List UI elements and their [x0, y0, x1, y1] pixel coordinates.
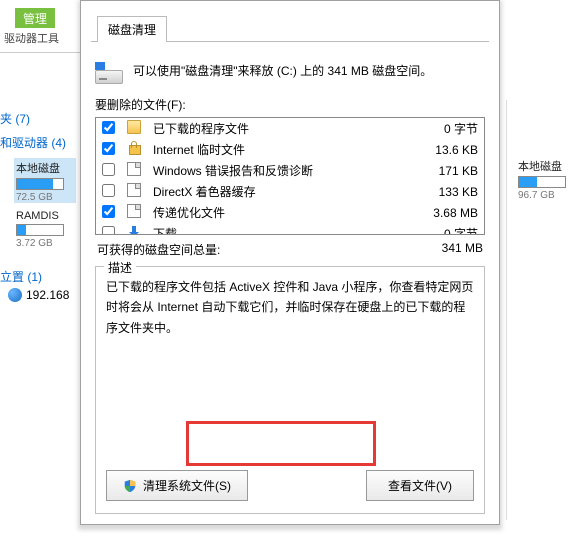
dialog-titlebar: 磁盘清理 — [81, 1, 499, 48]
description-legend: 描述 — [104, 259, 136, 276]
file-size: 171 KB — [402, 160, 484, 181]
drive-label: RAMDIS — [16, 210, 76, 222]
ribbon-subtitle: 驱动器工具 — [0, 30, 80, 46]
page-icon — [127, 183, 141, 197]
total-value: 341 MB — [442, 241, 483, 258]
disk-cleanup-dialog: 磁盘清理 可以使用"磁盘清理"来释放 (C:) 上的 341 MB 磁盘空间。 … — [80, 0, 500, 525]
file-size: 13.6 KB — [402, 139, 484, 160]
shield-icon — [123, 479, 137, 493]
drive-label: 本地磁盘 — [518, 158, 572, 174]
drive-label: 本地磁盘 — [16, 160, 74, 176]
lock-icon — [127, 141, 141, 155]
description-fieldset: 描述 已下载的程序文件包括 ActiveX 控件和 Java 小程序，你查看特定… — [95, 266, 485, 514]
drive-size: 96.7 GB — [518, 190, 572, 201]
file-size: 0 字节 — [402, 118, 484, 139]
description-text: 已下载的程序文件包括 ActiveX 控件和 Java 小程序，你查看特定网页时… — [106, 275, 474, 340]
ribbon-separator — [0, 52, 80, 53]
file-checkbox[interactable] — [102, 184, 115, 197]
drive-size: 72.5 GB — [16, 192, 74, 203]
file-list-row[interactable]: 已下载的程序文件0 字节 — [96, 118, 484, 139]
file-name: Windows 错误报告和反馈诊断 — [147, 160, 402, 181]
file-name: DirectX 着色器缓存 — [147, 181, 402, 202]
total-row: 可获得的磁盘空间总量: 341 MB — [95, 235, 485, 262]
drive-item-local[interactable]: 本地磁盘 72.5 GB — [14, 158, 76, 203]
total-label: 可获得的磁盘空间总量: — [97, 241, 220, 258]
file-size: 0 字节 — [402, 223, 484, 235]
info-text: 可以使用"磁盘清理"来释放 (C:) 上的 341 MB 磁盘空间。 — [133, 62, 432, 79]
view-button-label: 查看文件(V) — [388, 477, 452, 494]
files-list[interactable]: 已下载的程序文件0 字节Internet 临时文件13.6 KBWindows … — [95, 117, 485, 235]
file-list-row[interactable]: 传递优化文件3.68 MB — [96, 202, 484, 223]
page-icon — [127, 162, 141, 176]
clean-button-label: 清理系统文件(S) — [143, 477, 231, 494]
button-row: 清理系统文件(S) 查看文件(V) — [106, 458, 474, 501]
file-size: 3.68 MB — [402, 202, 484, 223]
file-list-row[interactable]: 下载0 字节 — [96, 223, 484, 235]
file-list-row[interactable]: Windows 错误报告和反馈诊断171 KB — [96, 160, 484, 181]
view-files-button[interactable]: 查看文件(V) — [366, 470, 474, 501]
network-label: 192.168 — [26, 288, 69, 302]
info-row: 可以使用"磁盘清理"来释放 (C:) 上的 341 MB 磁盘空间。 — [95, 56, 485, 94]
file-list-row[interactable]: DirectX 着色器缓存133 KB — [96, 181, 484, 202]
file-list-row[interactable]: Internet 临时文件13.6 KB — [96, 139, 484, 160]
file-size: 133 KB — [402, 181, 484, 202]
drive-icon — [95, 62, 123, 84]
file-name: 下载 — [147, 223, 402, 235]
file-checkbox[interactable] — [102, 142, 115, 155]
file-checkbox[interactable] — [102, 205, 115, 218]
globe-icon — [8, 288, 22, 302]
ribbon-tab-manage[interactable]: 管理 — [15, 8, 55, 28]
panel-divider — [506, 100, 507, 520]
drive-usage-bar — [16, 178, 64, 190]
group-header-drives[interactable]: 和驱动器 (4) — [0, 134, 66, 151]
clean-system-files-button[interactable]: 清理系统文件(S) — [106, 470, 248, 501]
drive-usage-bar — [518, 176, 566, 188]
file-checkbox[interactable] — [102, 226, 115, 236]
dialog-tabs: 磁盘清理 — [91, 15, 489, 42]
drive-item-local-right[interactable]: 本地磁盘 96.7 GB — [518, 158, 572, 201]
page-icon — [127, 204, 141, 218]
tab-disk-cleanup[interactable]: 磁盘清理 — [97, 16, 167, 42]
dialog-body: 可以使用"磁盘清理"来释放 (C:) 上的 341 MB 磁盘空间。 要删除的文… — [81, 48, 499, 524]
group-header-locations[interactable]: 立置 (1) — [0, 268, 42, 285]
file-checkbox[interactable] — [102, 121, 115, 134]
folder-icon — [127, 120, 141, 134]
dl-icon — [127, 225, 141, 235]
drive-size: 3.72 GB — [16, 238, 76, 249]
group-header-folders[interactable]: 夹 (7) — [0, 110, 30, 127]
files-to-delete-label: 要删除的文件(F): — [95, 96, 485, 113]
file-name: 已下载的程序文件 — [147, 118, 402, 139]
drive-item-ramdisk[interactable]: RAMDIS 3.72 GB — [16, 210, 76, 249]
file-name: Internet 临时文件 — [147, 139, 402, 160]
drive-usage-bar — [16, 224, 64, 236]
file-name: 传递优化文件 — [147, 202, 402, 223]
network-location-item[interactable]: 192.168 — [8, 288, 69, 302]
file-checkbox[interactable] — [102, 163, 115, 176]
